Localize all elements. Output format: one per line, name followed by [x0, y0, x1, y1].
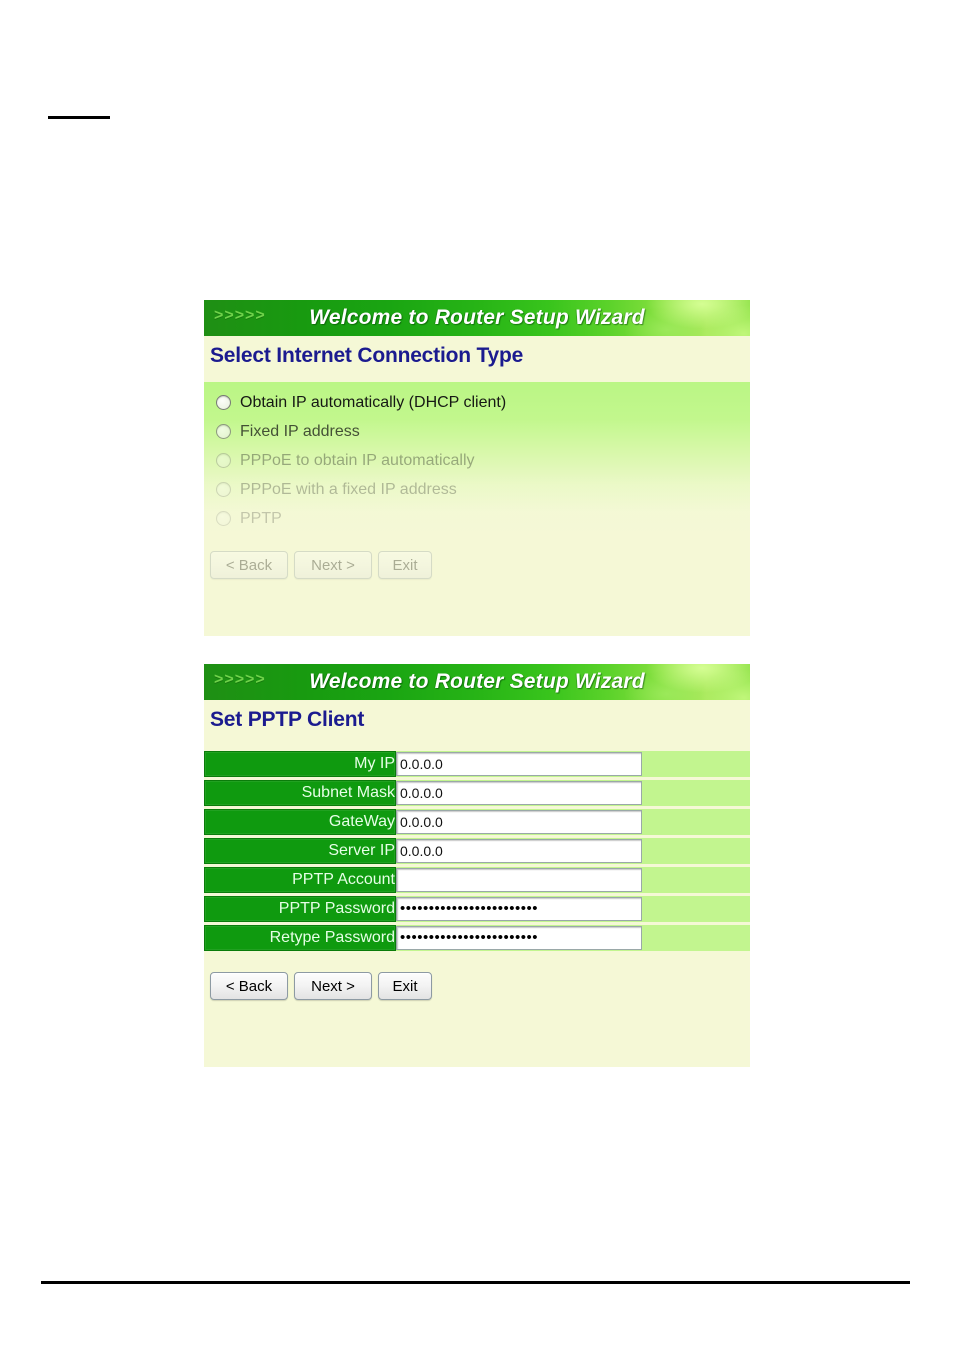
field-label-gateway: GateWay	[204, 809, 396, 835]
retype-password-input[interactable]: ••••••••••••••••••••••••	[396, 926, 642, 950]
next-button[interactable]: Next >	[294, 551, 372, 579]
pptp-account-input[interactable]	[396, 868, 642, 892]
wizard-title: Welcome to Router Setup Wizard	[309, 670, 645, 693]
option-dhcp-client[interactable]: Obtain IP automatically (DHCP client)	[204, 388, 750, 417]
wizard-title: Welcome to Router Setup Wizard	[309, 306, 645, 329]
pptp-password-input[interactable]: ••••••••••••••••••••••••	[396, 897, 642, 921]
my-ip-input[interactable]: 0.0.0.0	[396, 752, 642, 776]
option-pppoe-auto[interactable]: PPPoE to obtain IP automatically	[204, 446, 750, 475]
field-cell	[396, 867, 750, 893]
field-label-subnet-mask: Subnet Mask	[204, 780, 396, 806]
next-button[interactable]: Next >	[294, 972, 372, 1000]
field-cell: 0.0.0.0	[396, 809, 750, 835]
radio-icon[interactable]	[216, 511, 231, 526]
form-row: GateWay 0.0.0.0	[204, 809, 750, 835]
field-cell: 0.0.0.0	[396, 780, 750, 806]
field-label-server-ip: Server IP	[204, 838, 396, 864]
option-pptp[interactable]: PPTP	[204, 504, 750, 533]
wizard-panel-connection-type: >>>>> Welcome to Router Setup Wizard Sel…	[204, 300, 750, 636]
connection-type-option-list: Obtain IP automatically (DHCP client) Fi…	[204, 382, 750, 537]
option-pppoe-fixed-ip[interactable]: PPPoE with a fixed IP address	[204, 475, 750, 504]
form-row: Subnet Mask 0.0.0.0	[204, 780, 750, 806]
form-row: Retype Password ••••••••••••••••••••••••	[204, 925, 750, 951]
option-label: Obtain IP automatically (DHCP client)	[240, 393, 507, 411]
option-label: Fixed IP address	[240, 422, 360, 440]
option-label: PPPoE with a fixed IP address	[240, 480, 457, 498]
gateway-input[interactable]: 0.0.0.0	[396, 810, 642, 834]
wizard-titlebar: >>>>> Welcome to Router Setup Wizard	[204, 300, 750, 336]
radio-icon[interactable]	[216, 395, 231, 410]
pptp-client-form: My IP 0.0.0.0 Subnet Mask 0.0.0.0 GateWa…	[204, 748, 750, 954]
field-label-my-ip: My IP	[204, 751, 396, 777]
field-cell: 0.0.0.0	[396, 838, 750, 864]
radio-icon[interactable]	[216, 424, 231, 439]
exit-button[interactable]: Exit	[378, 972, 432, 1000]
back-button[interactable]: < Back	[210, 972, 288, 1000]
page-title: Set PPTP Client	[210, 708, 365, 731]
option-fixed-ip[interactable]: Fixed IP address	[204, 417, 750, 446]
wizard-panel-pptp-client: >>>>> Welcome to Router Setup Wizard Set…	[204, 664, 750, 1067]
form-row: Server IP 0.0.0.0	[204, 838, 750, 864]
field-label-retype-password: Retype Password	[204, 925, 396, 951]
page-title: Select Internet Connection Type	[210, 344, 524, 367]
back-button[interactable]: < Back	[210, 551, 288, 579]
wizard-button-row: < Back Next > Exit	[204, 954, 750, 1000]
subnet-mask-input[interactable]: 0.0.0.0	[396, 781, 642, 805]
field-cell: ••••••••••••••••••••••••	[396, 896, 750, 922]
form-row: PPTP Account	[204, 867, 750, 893]
field-label-pptp-account: PPTP Account	[204, 867, 396, 893]
option-label: PPTP	[240, 509, 282, 527]
radio-icon[interactable]	[216, 453, 231, 468]
field-cell: ••••••••••••••••••••••••	[396, 925, 750, 951]
wizard-titlebar: >>>>> Welcome to Router Setup Wizard	[204, 664, 750, 700]
form-row: My IP 0.0.0.0	[204, 751, 750, 777]
server-ip-input[interactable]: 0.0.0.0	[396, 839, 642, 863]
radio-icon[interactable]	[216, 482, 231, 497]
field-cell: 0.0.0.0	[396, 751, 750, 777]
form-row: PPTP Password ••••••••••••••••••••••••	[204, 896, 750, 922]
header-rule	[48, 116, 110, 119]
field-label-pptp-password: PPTP Password	[204, 896, 396, 922]
exit-button[interactable]: Exit	[378, 551, 432, 579]
wizard-button-row: < Back Next > Exit	[204, 537, 750, 579]
option-label: PPPoE to obtain IP automatically	[240, 451, 475, 469]
footer-rule	[41, 1281, 910, 1284]
